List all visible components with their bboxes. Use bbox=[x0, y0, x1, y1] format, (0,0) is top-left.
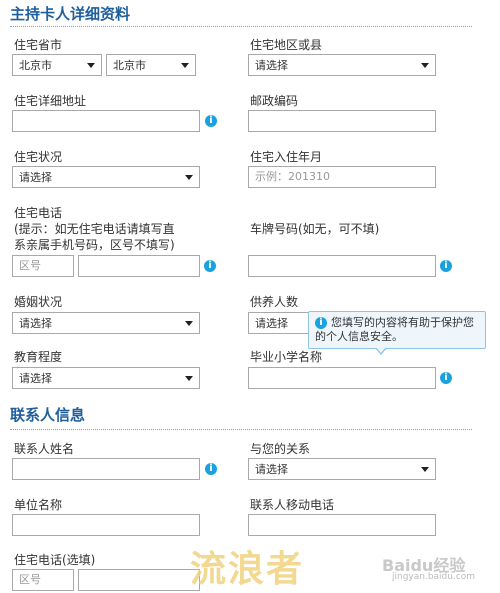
chevron-down-icon bbox=[185, 320, 193, 326]
relation-select[interactable]: 请选择 bbox=[248, 458, 436, 480]
province-select-value: 北京市 bbox=[19, 59, 52, 72]
province-select[interactable]: 北京市 bbox=[12, 54, 102, 76]
education-label: 教育程度 bbox=[14, 350, 63, 364]
address-input[interactable] bbox=[12, 110, 200, 132]
marital-select[interactable]: 请选择 bbox=[12, 312, 200, 334]
area-code-input[interactable]: 区号 bbox=[12, 255, 74, 277]
baidu-url: jingyan.baidu.com bbox=[392, 572, 476, 582]
move-in-label: 住宅入住年月 bbox=[250, 150, 323, 164]
info-icon[interactable]: i bbox=[205, 463, 217, 475]
info-icon: i bbox=[315, 317, 327, 329]
housing-select[interactable]: 请选择 bbox=[12, 166, 200, 188]
area-code-placeholder: 区号 bbox=[19, 259, 41, 272]
province-label: 住宅省市 bbox=[14, 38, 63, 52]
info-icon[interactable]: i bbox=[204, 260, 216, 272]
contact-mobile-input[interactable] bbox=[248, 514, 436, 536]
home-phone-hint-1: (提示：如无住宅电话请填写直 bbox=[14, 222, 175, 236]
company-label: 单位名称 bbox=[14, 498, 63, 512]
home-phone-input[interactable] bbox=[78, 255, 200, 277]
contact-home-phone-input[interactable] bbox=[78, 569, 200, 591]
tooltip-text-line-1: 您填写的内容将有助于保护您 bbox=[331, 316, 474, 329]
education-select-value: 请选择 bbox=[19, 372, 52, 385]
housing-select-value: 请选择 bbox=[19, 171, 52, 184]
marital-label: 婚姻状况 bbox=[14, 295, 63, 309]
company-input[interactable] bbox=[12, 514, 200, 536]
info-icon[interactable]: i bbox=[205, 115, 217, 127]
district-select-value: 请选择 bbox=[255, 59, 288, 72]
dependents-label: 供养人数 bbox=[250, 295, 299, 309]
section-divider bbox=[10, 429, 472, 430]
tooltip-text-line-2: 的个人信息安全。 bbox=[315, 330, 403, 343]
school-label: 毕业小学名称 bbox=[250, 350, 323, 364]
address-label: 住宅详细地址 bbox=[14, 94, 87, 108]
info-icon[interactable]: i bbox=[440, 260, 452, 272]
postcode-input[interactable] bbox=[248, 110, 436, 132]
section-divider bbox=[10, 26, 472, 27]
section-title-cardholder: 主持卡人详细资料 bbox=[10, 5, 131, 23]
move-in-placeholder: 示例：201310 bbox=[255, 170, 330, 183]
move-in-input[interactable]: 示例：201310 bbox=[248, 166, 436, 188]
chevron-down-icon bbox=[87, 62, 95, 68]
chevron-down-icon bbox=[185, 174, 193, 180]
city-select[interactable]: 北京市 bbox=[106, 54, 196, 76]
contact-home-phone-label: 住宅电话(选填) bbox=[14, 553, 96, 567]
relation-label: 与您的关系 bbox=[250, 442, 311, 456]
home-phone-label: 住宅电话 bbox=[14, 206, 63, 220]
district-select[interactable]: 请选择 bbox=[248, 54, 436, 76]
chevron-down-icon bbox=[421, 466, 429, 472]
info-tooltip: i 您填写的内容将有助于保护您 的个人信息安全。 bbox=[308, 311, 486, 355]
tooltip-pointer-inner bbox=[376, 347, 386, 353]
plate-label: 车牌号码(如无，可不填) bbox=[250, 222, 380, 236]
contact-name-label: 联系人姓名 bbox=[14, 442, 75, 456]
relation-select-value: 请选择 bbox=[255, 463, 288, 476]
info-icon[interactable]: i bbox=[440, 372, 452, 384]
contact-name-input[interactable] bbox=[12, 458, 200, 480]
marital-select-value: 请选择 bbox=[19, 317, 52, 330]
chevron-down-icon bbox=[185, 375, 193, 381]
plate-input[interactable] bbox=[248, 255, 436, 277]
chevron-down-icon bbox=[421, 62, 429, 68]
contact-mobile-label: 联系人移动电话 bbox=[250, 498, 335, 512]
district-label: 住宅地区或县 bbox=[250, 38, 323, 52]
contact-area-code-input[interactable]: 区号 bbox=[12, 569, 74, 591]
housing-label: 住宅状况 bbox=[14, 150, 63, 164]
postcode-label: 邮政编码 bbox=[250, 94, 299, 108]
contact-area-code-placeholder: 区号 bbox=[19, 573, 41, 586]
section-title-contact: 联系人信息 bbox=[10, 406, 86, 424]
watermark-text: 流浪者 bbox=[190, 549, 305, 590]
education-select[interactable]: 请选择 bbox=[12, 367, 200, 389]
chevron-down-icon bbox=[181, 62, 189, 68]
city-select-value: 北京市 bbox=[113, 59, 146, 72]
home-phone-hint-2: 系亲属手机号码，区号不填写) bbox=[14, 238, 175, 252]
school-input[interactable] bbox=[248, 367, 436, 389]
